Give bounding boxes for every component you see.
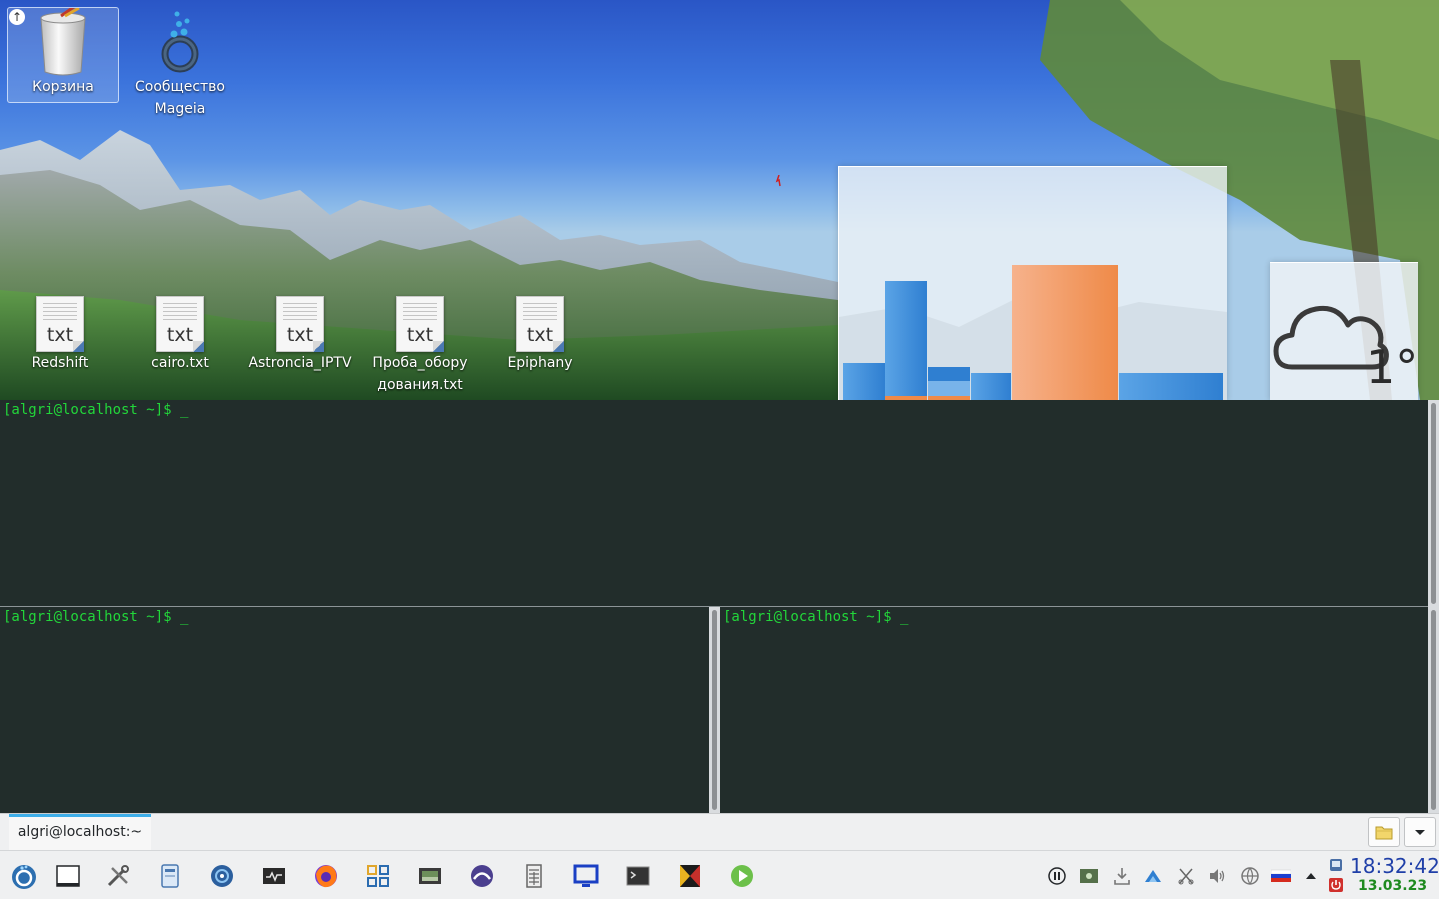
clipboard-icon[interactable] (1176, 866, 1196, 886)
pause-icon[interactable] (1047, 866, 1067, 886)
media-player-icon[interactable] (728, 862, 756, 890)
terminal-pane-bottom-right[interactable]: [algri@localhost ~]$ _ (720, 607, 1428, 813)
color-picker-icon[interactable] (676, 862, 704, 890)
new-tab-button[interactable] (1368, 817, 1400, 847)
cursor-marker (775, 175, 781, 187)
firefox-icon[interactable] (312, 862, 340, 890)
terminal-tab-bar: algri@localhost:~ (0, 813, 1439, 850)
desktop-icon-file[interactable]: txt Epiphany (485, 296, 595, 374)
clock-time[interactable]: 18:32:42 (1350, 854, 1439, 878)
weather-widget[interactable]: 1° (1270, 262, 1418, 400)
system-monitor-bars (839, 265, 1227, 400)
mageia-community-icon (161, 11, 199, 73)
volume-icon[interactable] (1207, 866, 1227, 886)
desktop-icon-label: Epiphany (507, 355, 573, 371)
tab-menu-button[interactable] (1404, 817, 1436, 847)
application-menu-icon[interactable] (10, 862, 38, 890)
text-file-icon: txt (396, 296, 444, 352)
system-monitor-widget[interactable] (838, 166, 1227, 400)
chevron-down-icon (1415, 830, 1425, 835)
desktop-icon-label: Корзина (32, 79, 94, 95)
updates-icon[interactable] (1112, 866, 1132, 886)
monitor-bar (1012, 265, 1118, 400)
text-file-icon: txt (276, 296, 324, 352)
desktop-icon-file[interactable]: txt Astroncia_IPTV (245, 296, 355, 374)
disk-utility-icon[interactable] (208, 862, 236, 890)
system-settings-icon[interactable] (104, 862, 132, 890)
desktop-icon-trash[interactable]: ↑ Корзина (7, 7, 119, 103)
desktop[interactable]: ↑ Корзина Сообщество Mageia txt Redshift… (0, 0, 1439, 400)
terminal-prompt: [algri@localhost ~]$ _ (3, 609, 189, 625)
network-manager-icon[interactable] (1143, 866, 1163, 886)
monitor-bar (971, 373, 1011, 400)
system-monitor-icon[interactable] (260, 862, 288, 890)
terminal-tab[interactable]: algri@localhost:~ (9, 814, 151, 850)
terminal-scrollbar-bottom-left[interactable] (709, 607, 720, 813)
file-manager-icon[interactable] (156, 862, 184, 890)
desktop-icon-label: Redshift (31, 355, 89, 371)
desktop-icon-label: Проба_оборудования.txt (372, 355, 468, 393)
power-icon[interactable] (1328, 877, 1344, 893)
lock-screen-icon[interactable] (1328, 857, 1344, 873)
new-tab-icon (1375, 826, 1393, 840)
terminal-scrollbar-bottom-right[interactable] (1428, 607, 1439, 813)
text-file-icon: txt (36, 296, 84, 352)
terminal-icon[interactable] (624, 862, 652, 890)
monitor-bar (885, 281, 927, 400)
monitor-bar (1119, 373, 1223, 400)
scrollbar-thumb[interactable] (1431, 403, 1436, 604)
show-desktop-icon[interactable] (54, 862, 82, 890)
taskbar: 18:32:42 13.03.23 (0, 850, 1439, 899)
desktop-icon-file[interactable]: txt cairo.txt (125, 296, 235, 374)
tray-expand-icon[interactable] (1301, 866, 1321, 886)
terminal-prompt: [algri@localhost ~]$ _ (3, 402, 189, 418)
screenshot-icon[interactable] (1079, 866, 1099, 886)
desktop-icon-label: Сообщество Mageia (134, 79, 225, 117)
desktop-icon-label: cairo.txt (151, 355, 209, 371)
text-file-icon: txt (156, 296, 204, 352)
scrollbar-thumb[interactable] (712, 610, 717, 810)
up-arrow-icon[interactable]: ↑ (9, 9, 25, 25)
calculator-icon[interactable] (520, 862, 548, 890)
desktop-icon-file[interactable]: txt Проба_оборудования.txt (365, 296, 475, 396)
gpu-monitor-icon[interactable] (416, 862, 444, 890)
keyboard-layout-ru-icon[interactable] (1271, 866, 1291, 886)
software-center-icon[interactable] (468, 862, 496, 890)
desktop-icon-mageia-community[interactable]: Сообщество Mageia (125, 8, 235, 120)
terminal-pane-bottom-left[interactable]: [algri@localhost ~]$ _ (0, 607, 709, 813)
trash-icon (40, 8, 86, 76)
monitor-bar (928, 367, 970, 381)
remote-desktop-icon[interactable] (572, 862, 600, 890)
vpn-icon[interactable] (1240, 866, 1260, 886)
monitor-bar (843, 363, 885, 400)
desktop-icon-label: Astroncia_IPTV (248, 355, 352, 371)
scrollbar-thumb[interactable] (1431, 610, 1436, 810)
terminal-scrollbar-top[interactable] (1428, 400, 1439, 607)
text-file-icon: txt (516, 296, 564, 352)
terminal-pane-top[interactable]: [algri@localhost ~]$ _ (0, 400, 1428, 606)
desktop-icon-file[interactable]: txt Redshift (5, 296, 115, 374)
app-grid-icon[interactable] (364, 862, 392, 890)
clock-date[interactable]: 13.03.23 (1358, 877, 1438, 895)
terminal-prompt: [algri@localhost ~]$ _ (723, 609, 909, 625)
weather-temperature: 1° (1366, 340, 1418, 394)
